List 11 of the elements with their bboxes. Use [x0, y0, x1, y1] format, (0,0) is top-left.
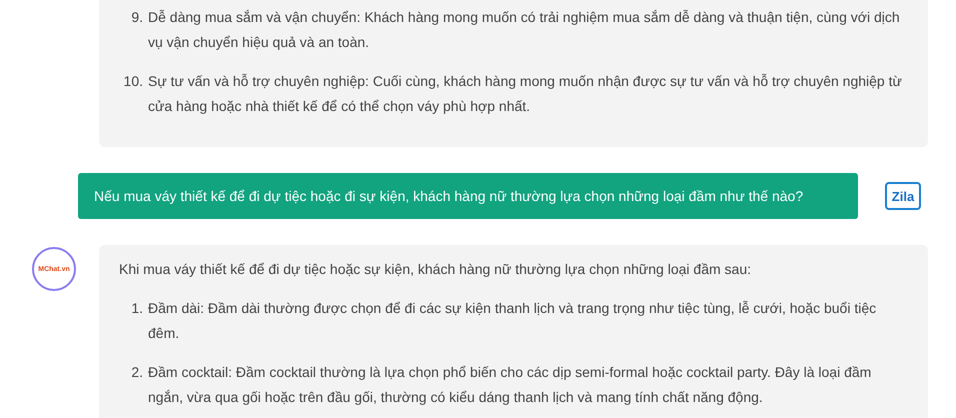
message-text: Khi mua váy thiết kế để đi dự tiệc hoặc sự kiện, khách hàng nữ thường lựa chọn những loại đầm sau: [119, 260, 752, 279]
user-message-bubble: Nếu mua váy thiết kế để đi dự tiệc hoặc đi sự kiện, khách hàng nữ thường lựa chọn những loại đầm như thế nào? [78, 173, 858, 219]
list-number: 10. [122, 72, 144, 91]
user-avatar: Zila [885, 182, 921, 210]
list-number: 1. [130, 299, 144, 318]
list-number: 2. [130, 363, 144, 382]
list-number: 9. [130, 8, 144, 27]
list-item-text: Đầm cocktail: Đầm cocktail thường là lựa chọn phổ biến cho các dịp semi-formal hoặc cocktail party. Đây là loại đầm ngắn, vừa qua gối hoặc trên đầu gối, thường có kiểu dáng thanh lịch và mang tính chất năng động. [148, 363, 872, 407]
list-item-text: Sự tư vấn và hỗ trợ chuyên nghiệp: Cuối cùng, khách hàng mong muốn nhận được sự tư vấn và hỗ trợ chuyên nghiệp từ cửa hàng hoặc nhà thiết kế để có thể chọn váy phù hợp nhất. [148, 72, 903, 116]
list-item-text: Dễ dàng mua sắm và vận chuyển: Khách hàng mong muốn có trải nghiệm mua sắm dễ dàng và thuận tiện, cùng với dịch vụ vận chuyển hiệu quả và an toàn. [148, 8, 901, 52]
list-item-text: Đầm dài: Đầm dài thường được chọn để đi các sự kiện thanh lịch và trang trọng như tiệc tùng, lễ cưới, hoặc buổi tiệc đêm. [148, 299, 878, 343]
